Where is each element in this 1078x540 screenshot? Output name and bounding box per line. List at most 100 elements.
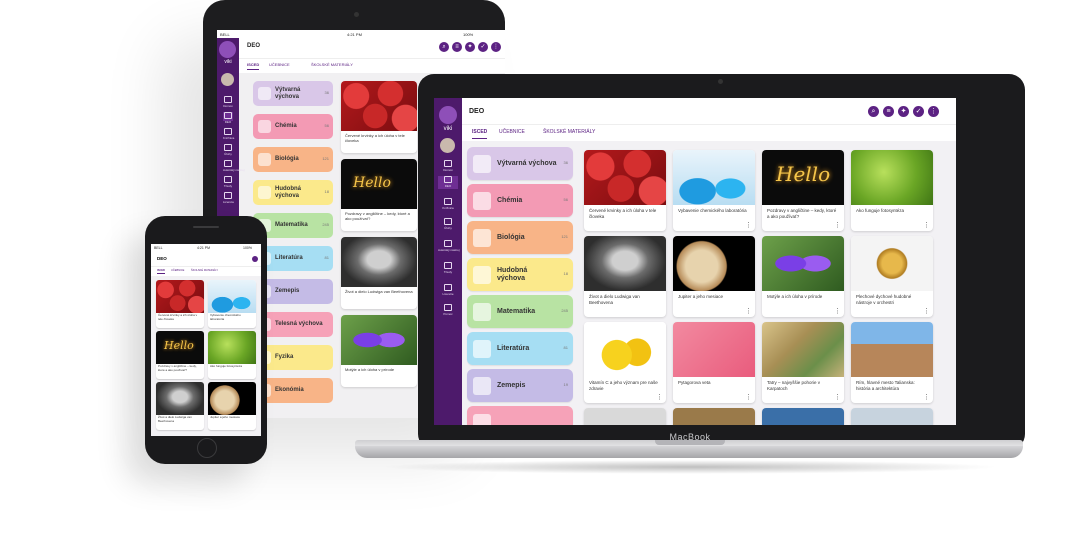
- sidebar-item-triedy[interactable]: Triedy: [223, 176, 233, 188]
- search-icon[interactable]: ⌕: [868, 106, 879, 117]
- sidebar-item-licencie[interactable]: Licencie: [223, 192, 234, 204]
- more-icon[interactable]: ⋮: [834, 221, 841, 229]
- content-card[interactable]: Vitamín C a jeho význam pre naše zdravie…: [584, 322, 666, 403]
- content-card[interactable]: Hello Pozdravy v angličtine – kedy, ktoré…: [341, 159, 417, 231]
- tab-skolske-materialy[interactable]: ŠKOLSKÉ MATERIÁLY: [311, 62, 353, 67]
- content-card[interactable]: Jupiter a jeho mesiace ⋮: [673, 236, 755, 317]
- network-icon[interactable]: ✦: [898, 106, 909, 117]
- more-icon[interactable]: ⋮: [834, 393, 841, 401]
- sidebar-item-triedy[interactable]: Triedy: [438, 262, 458, 275]
- tab-isced[interactable]: ISCED: [157, 269, 165, 274]
- more-icon[interactable]: ⋮: [923, 393, 930, 401]
- sidebar-item-pomoc[interactable]: Pomoc: [438, 304, 458, 317]
- filter-icon[interactable]: ≡: [883, 106, 894, 117]
- content-card[interactable]: Červené krvinky a ich úloha v tele člove…: [156, 280, 204, 328]
- content-card[interactable]: Motýle a ich úloha v prírode: [341, 315, 417, 387]
- tab-ucebnice[interactable]: UČEBNICE: [171, 269, 184, 272]
- sidebar-item-domov[interactable]: Domov: [438, 160, 458, 173]
- content-card[interactable]: Červené krvinky a ich úloha v tele člove…: [584, 150, 666, 231]
- subject-literatura[interactable]: Literatúra 81: [467, 332, 573, 365]
- tab-ucebnice[interactable]: UČEBNICE: [269, 62, 290, 67]
- subject-vytvarna[interactable]: Výtvarná výchova 36: [253, 81, 333, 106]
- tab-skolske-materialy[interactable]: ŠKOLSKÉ MATERIÁLY: [191, 269, 218, 272]
- check-icon[interactable]: ✓: [478, 42, 488, 52]
- content-card[interactable]: Vybavenie chemického laboratória: [208, 280, 256, 328]
- sidebar-item-autorsky[interactable]: Autorský nástroj: [438, 240, 460, 253]
- content-card[interactable]: [851, 408, 933, 425]
- more-icon[interactable]: ⋮: [923, 307, 930, 315]
- content-card[interactable]: [673, 408, 755, 425]
- sidebar-item-licencie[interactable]: Licencie: [438, 284, 458, 297]
- subject-vytvarna[interactable]: Výtvarná výchova 36: [467, 147, 573, 180]
- content-card[interactable]: Rím, hlavné mesto Talianska: história a …: [851, 322, 933, 403]
- subject-hudobna[interactable]: Hudobná výchova 18: [467, 258, 573, 291]
- content-card[interactable]: [584, 408, 666, 425]
- subject-chemia[interactable]: Chémia 56: [467, 184, 573, 217]
- sidebar-item-deo[interactable]: DEO: [438, 176, 458, 189]
- content-card[interactable]: Hello Pozdravy v angličtine – kedy, ktoré…: [156, 331, 204, 379]
- content-card[interactable]: Život a dielo Ludwiga van Beethovena: [341, 237, 417, 309]
- phone-status-bar: BELL 4:21 PM 100%: [151, 244, 261, 252]
- content-card[interactable]: Vybavenie chemického laboratória ⋮: [673, 150, 755, 231]
- subject-biologia[interactable]: Biológia 121: [253, 147, 333, 172]
- content-card[interactable]: Motýle a ich úloha v prírode ⋮: [762, 236, 844, 317]
- subject-name: Matematika: [275, 222, 308, 228]
- content-card[interactable]: Život a dielo Ludwiga van Beethovena: [584, 236, 666, 317]
- check-icon[interactable]: ✓: [913, 106, 924, 117]
- content-card[interactable]: Pytagorova veta ⋮: [673, 322, 755, 403]
- card-caption: Ako funguje fotosyntéza: [856, 208, 905, 213]
- more-icon[interactable]: ⋮: [928, 106, 939, 117]
- more-icon[interactable]: ⋮: [745, 221, 752, 229]
- more-icon[interactable]: ⋮: [834, 307, 841, 315]
- tab-isced[interactable]: ISCED: [247, 62, 260, 70]
- content-card[interactable]: [762, 408, 844, 425]
- more-icon[interactable]: ⋮: [656, 393, 663, 401]
- sidebar-item-ulohy[interactable]: Úlohy: [438, 218, 458, 231]
- content-card[interactable]: Ako funguje fotosyntéza ⋮: [851, 150, 933, 231]
- avatar[interactable]: [221, 73, 234, 86]
- help-icon: [444, 304, 452, 311]
- content-card[interactable]: Tatry – najvyššie pohorie v Karpatoch ⋮: [762, 322, 844, 403]
- viki-logo-icon[interactable]: [219, 41, 236, 58]
- content-card[interactable]: Plechové dychové hudobné nástroje v orch…: [851, 236, 933, 317]
- filter-icon[interactable]: ≡: [452, 42, 462, 52]
- more-icon[interactable]: ⋮: [491, 42, 501, 52]
- content-card[interactable]: Jupiter a jeho mesiace: [208, 382, 256, 430]
- palette-icon: [258, 87, 271, 100]
- card-image: [584, 408, 666, 425]
- more-icon[interactable]: ⋮: [745, 393, 752, 401]
- sidebar-item-autorsky[interactable]: Autorský nástroj: [223, 160, 245, 172]
- subject-name: Matematika: [497, 307, 536, 315]
- laptop-base-front: [355, 446, 1023, 458]
- search-icon[interactable]: ⌕: [439, 42, 449, 52]
- avatar[interactable]: [440, 138, 455, 153]
- grid-icon: [444, 176, 452, 183]
- sidebar-item-kniznica[interactable]: Knižnica: [438, 198, 458, 211]
- page-title: DEO: [469, 108, 485, 115]
- subject-chemia[interactable]: Chémia 56: [253, 114, 333, 139]
- viki-logo-icon[interactable]: [439, 106, 457, 124]
- sidebar-item-deo[interactable]: DEO: [223, 112, 233, 124]
- card-caption: Pozdravy v angličtine – kedy, ktoré a ak…: [345, 211, 410, 221]
- network-icon[interactable]: ✦: [465, 42, 475, 52]
- card-image: [851, 408, 933, 425]
- subject-matematika[interactable]: Matematika 245: [467, 295, 573, 328]
- sidebar-item-domov[interactable]: Domov: [223, 96, 233, 108]
- subject-telesna[interactable]: [467, 406, 573, 425]
- subject-zemepis[interactable]: Zemepis 19: [467, 369, 573, 402]
- more-icon[interactable]: [252, 256, 258, 262]
- content-card[interactable]: Život a dielo Ludwiga van Beethovena: [156, 382, 204, 430]
- card-image: [673, 322, 755, 377]
- content-card[interactable]: Červené krvinky a ich úloha v tele člove…: [341, 81, 417, 153]
- tab-skolske-materialy[interactable]: ŠKOLSKÉ MATERIÁLY: [543, 129, 595, 135]
- tab-isced[interactable]: ISCED: [472, 129, 488, 139]
- sidebar-item-ulohy[interactable]: Úlohy: [223, 144, 233, 156]
- more-icon[interactable]: ⋮: [745, 307, 752, 315]
- subject-hudobna[interactable]: Hudobná výchova 18: [253, 180, 333, 205]
- subject-biologia[interactable]: Biológia 121: [467, 221, 573, 254]
- content-card[interactable]: Ako funguje fotosyntéza: [208, 331, 256, 379]
- tab-ucebnice[interactable]: UČEBNICE: [499, 129, 525, 135]
- sidebar-item-kniznica[interactable]: Knižnica: [223, 128, 234, 140]
- more-icon[interactable]: ⋮: [923, 221, 930, 229]
- content-card[interactable]: Hello Pozdravy v angličtine – kedy, ktoré…: [762, 150, 844, 231]
